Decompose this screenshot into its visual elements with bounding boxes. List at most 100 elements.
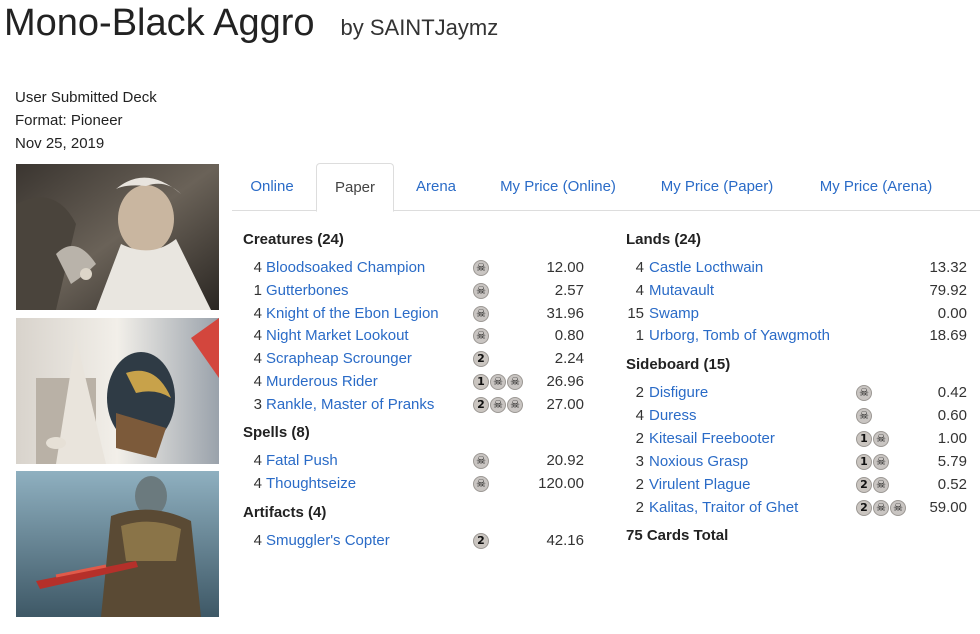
generic-mana-icon: 2: [473, 396, 489, 413]
section-sideboard-title: Sideboard (15): [626, 356, 731, 373]
black-mana-icon: [507, 396, 523, 413]
card-row: 4 Castle Locthwain 13.32: [632, 257, 967, 279]
submission-type: User Submitted Deck: [15, 89, 157, 106]
mana-cost: [473, 453, 489, 470]
tab-arena[interactable]: Arena: [400, 163, 472, 211]
generic-mana-icon: 2: [856, 499, 872, 516]
mana-cost: 1: [856, 453, 889, 471]
card-quantity: 4: [253, 475, 262, 492]
card-name-link[interactable]: Fatal Push: [266, 450, 338, 472]
card-name-link[interactable]: Duress: [649, 405, 697, 427]
card-row: 4Fatal Push 20.92: [252, 450, 584, 472]
black-mana-icon: [473, 260, 489, 276]
card-art-image: [16, 471, 219, 617]
card-price: 0.42: [937, 384, 967, 401]
tab-my-price-paper[interactable]: My Price (Paper): [646, 163, 788, 211]
card-price: 26.96: [546, 373, 584, 390]
card-name-link[interactable]: Castle Locthwain: [649, 257, 763, 279]
card-price: 5.79: [937, 452, 967, 470]
card-quantity: 3: [635, 452, 644, 470]
card-price: 59.00: [929, 498, 967, 516]
card-price: 27.00: [546, 395, 584, 413]
section-spells-title: Spells (8): [243, 424, 310, 441]
card-name-link[interactable]: Night Market Lookout: [266, 325, 409, 347]
mana-cost: 1: [856, 430, 889, 448]
card-name-link[interactable]: Smuggler's Copter: [266, 530, 390, 552]
section-creatures-title: Creatures (24): [243, 231, 344, 248]
section-lands-title: Lands (24): [626, 231, 702, 248]
card-quantity: 4: [253, 452, 262, 469]
card-name-link[interactable]: Disfigure: [649, 382, 708, 404]
mana-cost: [473, 260, 489, 277]
card-row: 4Bloodsoaked Champion 12.00: [252, 257, 584, 279]
mana-cost: 2: [856, 499, 906, 517]
card-row: 1Gutterbones 2.57: [252, 280, 584, 302]
card-quantity: 4: [253, 350, 262, 368]
deck-format: Format: Pioneer: [15, 112, 123, 129]
tab-my-price-online[interactable]: My Price (Online): [484, 163, 632, 211]
mana-cost: 1: [473, 374, 523, 391]
generic-mana-icon: 2: [856, 476, 872, 493]
card-price: 0.00: [937, 304, 967, 322]
card-quantity: 3: [253, 395, 262, 413]
mana-cost: [856, 407, 872, 425]
card-name-link[interactable]: Scrapheap Scrounger: [266, 348, 412, 370]
card-row: 4Night Market Lookout 0.80: [252, 325, 584, 347]
card-name-link[interactable]: Mutavault: [649, 280, 714, 302]
card-quantity: 4: [253, 532, 262, 549]
card-price: 42.16: [546, 532, 584, 549]
card-row: 3 Noxious Grasp 1 5.79: [632, 451, 967, 473]
card-name-link[interactable]: Noxious Grasp: [649, 451, 748, 473]
black-mana-icon: [473, 305, 489, 322]
card-art-image: [16, 164, 219, 310]
card-price: 79.92: [929, 281, 967, 299]
mana-cost: 2: [473, 396, 523, 414]
card-name-link[interactable]: Swamp: [649, 303, 699, 325]
card-name-link[interactable]: Kitesail Freebooter: [649, 428, 775, 450]
tab-online[interactable]: Online: [234, 163, 310, 211]
card-price: 1.00: [937, 429, 967, 447]
mana-cost: 2: [856, 476, 889, 494]
card-name-link[interactable]: Bloodsoaked Champion: [266, 257, 425, 279]
card-price: 31.96: [546, 304, 584, 322]
card-quantity: 1: [253, 281, 262, 299]
card-row: 4 Mutavault 79.92: [632, 280, 967, 302]
mana-cost: 2: [473, 533, 489, 550]
card-quantity: 2: [635, 384, 644, 401]
card-row: 4 Smuggler's Copter 2 42.16: [252, 530, 584, 552]
card-name-link[interactable]: Gutterbones: [266, 280, 349, 302]
tab-paper[interactable]: Paper: [316, 163, 394, 212]
black-mana-icon: [856, 385, 872, 401]
card-price: 0.52: [937, 475, 967, 493]
black-mana-icon: [473, 282, 489, 299]
deck-date: Nov 25, 2019: [15, 135, 105, 152]
card-name-link[interactable]: Thoughtseize: [266, 473, 356, 495]
card-name-link[interactable]: Kalitas, Traitor of Ghet: [649, 497, 798, 519]
black-mana-icon: [473, 476, 489, 492]
card-row: 2 Virulent Plague 2 0.52: [632, 474, 967, 496]
deck-author: by SAINTJaymz: [340, 15, 499, 40]
deck-meta: User Submitted Deck Format: Pioneer Nov …: [15, 86, 157, 155]
card-name-link[interactable]: Virulent Plague: [649, 474, 750, 496]
generic-mana-icon: 2: [473, 533, 489, 549]
mana-cost: [473, 305, 489, 323]
cards-total: 75 Cards Total: [626, 527, 729, 544]
card-name-link[interactable]: Rankle, Master of Pranks: [266, 394, 434, 416]
card-quantity: 1: [635, 327, 644, 345]
black-mana-icon: [873, 453, 889, 470]
card-quantity: 2: [635, 429, 644, 447]
tab-my-price-arena[interactable]: My Price (Arena): [804, 163, 948, 211]
card-row: 2 Kalitas, Traitor of Ghet 2 59.00: [632, 497, 967, 519]
card-quantity: 4: [253, 304, 262, 322]
mana-cost: [473, 282, 489, 300]
card-name-link[interactable]: Urborg, Tomb of Yawgmoth: [649, 325, 830, 347]
card-price: 18.69: [929, 327, 967, 345]
card-row: 1 Urborg, Tomb of Yawgmoth 18.69: [632, 325, 967, 347]
mana-cost: [473, 328, 489, 345]
card-name-link[interactable]: Knight of the Ebon Legion: [266, 303, 439, 325]
card-name-link[interactable]: Murderous Rider: [266, 371, 378, 393]
generic-mana-icon: 1: [473, 374, 489, 390]
card-row: 4Murderous Rider 1 26.96: [252, 371, 584, 393]
section-artifacts-title: Artifacts (4): [243, 504, 327, 521]
deck-header: Mono-Black Aggro by SAINTJaymz: [4, 2, 498, 45]
